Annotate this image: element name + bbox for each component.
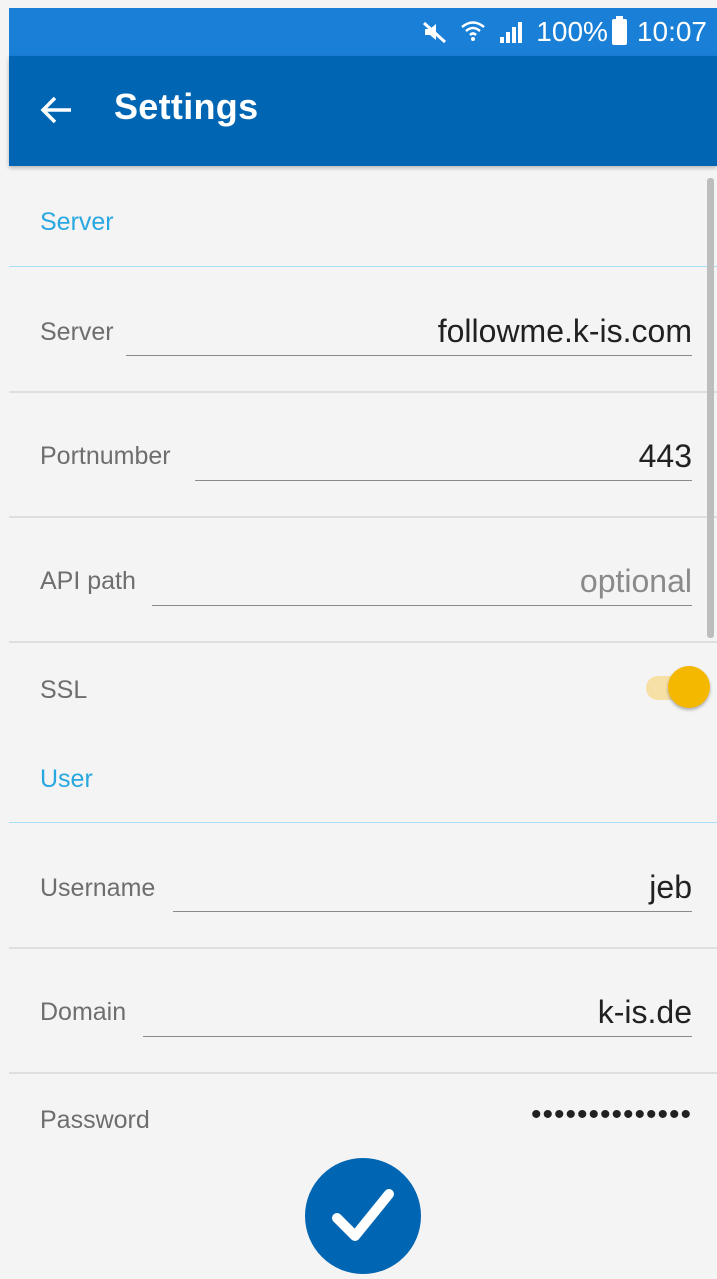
battery-percent: 100%: [536, 16, 608, 47]
api-path-input[interactable]: optional: [152, 558, 692, 606]
checkmark-icon: [332, 1189, 394, 1241]
clock: 10:07: [636, 16, 707, 47]
battery-icon: [611, 16, 627, 45]
domain-label: Domain: [40, 998, 127, 1026]
server-label: Server: [40, 318, 114, 346]
section-divider: [9, 266, 717, 267]
row-divider: [9, 391, 717, 393]
mute-icon: [422, 20, 448, 44]
status-bar: 100% 10:07: [9, 8, 717, 56]
page-title: Settings: [114, 86, 259, 127]
row-divider: [9, 641, 717, 643]
ssl-label: SSL: [40, 676, 88, 704]
username-input[interactable]: jeb: [173, 864, 692, 912]
server-input[interactable]: followme.k-is.com: [126, 308, 692, 356]
portnumber-label: Portnumber: [40, 442, 171, 470]
password-label: Password: [40, 1106, 150, 1134]
confirm-button[interactable]: [305, 1158, 421, 1274]
arrow-left-icon[interactable]: [37, 90, 77, 130]
domain-input[interactable]: k-is.de: [143, 989, 692, 1037]
section-header-user: User: [40, 765, 93, 793]
section-header-server: Server: [40, 208, 114, 236]
row-divider: [9, 947, 717, 949]
row-divider: [9, 1072, 717, 1074]
api-path-label: API path: [40, 567, 136, 595]
ssl-toggle-thumb: [668, 666, 710, 708]
section-divider: [9, 822, 717, 823]
username-label: Username: [40, 874, 156, 902]
ssl-toggle[interactable]: [644, 666, 712, 710]
scrollbar[interactable]: [707, 178, 714, 638]
app-bar: Settings: [9, 56, 717, 166]
portnumber-input[interactable]: 443: [195, 433, 692, 481]
signal-icon: [498, 20, 524, 44]
row-divider: [9, 516, 717, 518]
password-input[interactable]: ••••••••••••••: [531, 1098, 692, 1132]
wifi-icon: [460, 19, 486, 45]
